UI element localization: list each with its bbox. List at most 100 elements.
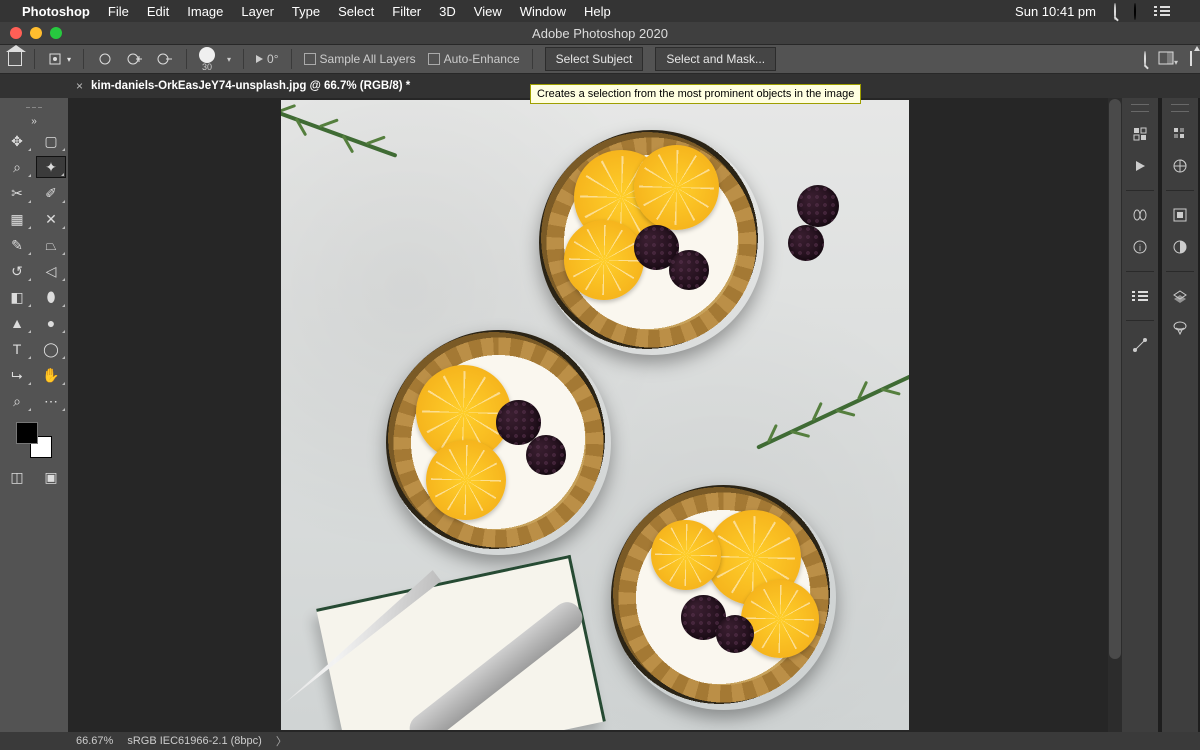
panel-column-b <box>1162 98 1198 732</box>
libraries-panel-icon[interactable] <box>1130 205 1150 225</box>
status-menu-chevron-icon[interactable]: 〉 <box>276 733 287 749</box>
document-canvas[interactable] <box>281 100 909 730</box>
vertical-scroll-thumb[interactable] <box>1109 99 1121 659</box>
window-title: Adobe Photoshop 2020 <box>0 26 1200 41</box>
vertical-scrollbar[interactable] <box>1108 98 1122 732</box>
menu-help[interactable]: Help <box>584 4 611 19</box>
svg-text:i: i <box>1139 243 1141 253</box>
quick-mask-toggle[interactable]: ◫ <box>2 466 32 488</box>
menu-window[interactable]: Window <box>520 4 566 19</box>
marquee-tool[interactable]: ▢ <box>36 130 66 152</box>
crop-tool[interactable]: ✂ <box>2 182 32 204</box>
menu-edit[interactable]: Edit <box>147 4 169 19</box>
select-subject-button[interactable]: Select Subject <box>545 47 644 71</box>
add-selection-mode[interactable] <box>126 51 144 67</box>
shuffle-tool[interactable]: ✕ <box>36 208 66 230</box>
adjustments-panel-icon[interactable] <box>1170 237 1190 257</box>
path-select-tool[interactable]: ⮡ <box>2 364 32 386</box>
color-swatches[interactable] <box>14 420 54 460</box>
document-tab-title: kim-daniels-OrkEasJeY74-unsplash.jpg @ 6… <box>91 80 410 92</box>
panel-column-a: i <box>1122 98 1158 732</box>
auto-enhance-checkbox[interactable]: Auto-Enhance <box>428 52 520 66</box>
menu-type[interactable]: Type <box>292 4 320 19</box>
panel-grip[interactable] <box>0 102 68 112</box>
sample-all-layers-checkbox[interactable]: Sample All Layers <box>304 52 416 66</box>
panel-grip[interactable] <box>1171 104 1189 112</box>
history-panel-icon[interactable] <box>1130 124 1150 144</box>
brush-dropdown-icon[interactable]: ▾ <box>227 55 231 64</box>
app-name-menu[interactable]: Photoshop <box>22 4 90 19</box>
menu-view[interactable]: View <box>474 4 502 19</box>
eyedropper-tool[interactable]: ✐ <box>36 182 66 204</box>
brush-tool[interactable]: ✎ <box>2 234 32 256</box>
dodge-tool[interactable]: ● <box>36 312 66 334</box>
status-zoom[interactable]: 66.67% <box>76 735 113 747</box>
document-tab[interactable]: × kim-daniels-OrkEasJeY74-unsplash.jpg @… <box>76 79 410 93</box>
select-subject-tooltip: Creates a selection from the most promin… <box>530 84 861 104</box>
minimize-window-button[interactable] <box>30 27 42 39</box>
move-tool[interactable]: ✥ <box>2 130 32 152</box>
quick-select-tool[interactable]: ✦ <box>36 156 66 178</box>
share-button[interactable] <box>1190 52 1192 66</box>
window-controls <box>0 27 62 39</box>
main-workspace: » ✥▢⌕✦✂✐▦✕✎⏢↺◁◧⬮▲●T◯⮡✋⌕⋯ ◫▣ <box>0 98 1200 732</box>
info-panel-icon[interactable]: i <box>1130 237 1150 257</box>
angle-value: 0° <box>267 52 278 66</box>
subtract-selection-mode[interactable] <box>156 51 174 67</box>
screen-mode-toggle[interactable]: ▣ <box>36 466 66 488</box>
brush-angle-control[interactable]: 0° <box>256 52 278 66</box>
menu-layer[interactable]: Layer <box>241 4 274 19</box>
menu-filter[interactable]: Filter <box>392 4 421 19</box>
menu-file[interactable]: File <box>108 4 129 19</box>
status-bar: 66.67% sRGB IEC61966-2.1 (8bpc) 〉 <box>0 732 1200 750</box>
window-titlebar: Adobe Photoshop 2020 <box>0 22 1200 44</box>
panel-grip[interactable] <box>1131 104 1149 112</box>
menu-3d[interactable]: 3D <box>439 4 456 19</box>
stamp-tool[interactable]: ⏢ <box>36 234 66 256</box>
zoom-tool[interactable]: ⌕ <box>2 390 32 412</box>
blur-tool[interactable]: ⬮ <box>36 286 66 308</box>
search-button[interactable] <box>1144 52 1146 66</box>
home-button[interactable] <box>8 52 22 66</box>
right-panel-dock: i <box>1122 98 1200 732</box>
collapse-tools-icon[interactable]: » <box>0 116 68 127</box>
angle-icon <box>256 55 263 63</box>
brush-preview[interactable]: 30 <box>199 47 215 72</box>
actions-panel-icon[interactable] <box>1130 156 1150 176</box>
workspace-switcher[interactable]: ▾ <box>1158 51 1178 68</box>
brush-size-label: 30 <box>202 63 212 72</box>
menu-clock[interactable]: Sun 10:41 pm <box>1015 4 1096 19</box>
properties-panel-icon[interactable] <box>1130 286 1150 306</box>
type-tool[interactable]: T <box>2 338 32 360</box>
foreground-color-swatch[interactable] <box>16 422 38 444</box>
menu-select[interactable]: Select <box>338 4 374 19</box>
tool-palette: » ✥▢⌕✦✂✐▦✕✎⏢↺◁◧⬮▲●T◯⮡✋⌕⋯ ◫▣ <box>0 98 68 732</box>
gradient-tool[interactable]: ◧ <box>2 286 32 308</box>
close-tab-icon[interactable]: × <box>76 79 83 93</box>
hand-tool[interactable]: ✋ <box>36 364 66 386</box>
channels-panel-icon[interactable] <box>1170 318 1190 338</box>
select-and-mask-button[interactable]: Select and Mask... <box>655 47 776 71</box>
eraser-tool[interactable]: ◁ <box>36 260 66 282</box>
history-brush-tool[interactable]: ↺ <box>2 260 32 282</box>
siri-icon[interactable] <box>1134 4 1136 19</box>
more-tool[interactable]: ⋯ <box>36 390 66 412</box>
tool-preset-picker[interactable]: ▾ <box>47 51 71 67</box>
swatches-panel-icon[interactable] <box>1170 124 1190 144</box>
styles-panel-icon[interactable] <box>1170 205 1190 225</box>
color-panel-icon[interactable] <box>1170 156 1190 176</box>
pen-tool[interactable]: ▲ <box>2 312 32 334</box>
layers-panel-icon[interactable] <box>1170 286 1190 306</box>
spotlight-icon[interactable] <box>1114 4 1116 19</box>
shape-tool[interactable]: ◯ <box>36 338 66 360</box>
frame-tool[interactable]: ▦ <box>2 208 32 230</box>
paths-panel-icon[interactable] <box>1130 335 1150 355</box>
menu-list-icon[interactable] <box>1154 6 1170 16</box>
lasso-tool[interactable]: ⌕ <box>2 156 32 178</box>
menu-image[interactable]: Image <box>187 4 223 19</box>
close-window-button[interactable] <box>10 27 22 39</box>
new-selection-mode[interactable] <box>96 51 114 67</box>
zoom-window-button[interactable] <box>50 27 62 39</box>
canvas-area[interactable] <box>68 98 1122 732</box>
status-color-profile[interactable]: sRGB IEC61966-2.1 (8bpc) <box>127 735 262 747</box>
